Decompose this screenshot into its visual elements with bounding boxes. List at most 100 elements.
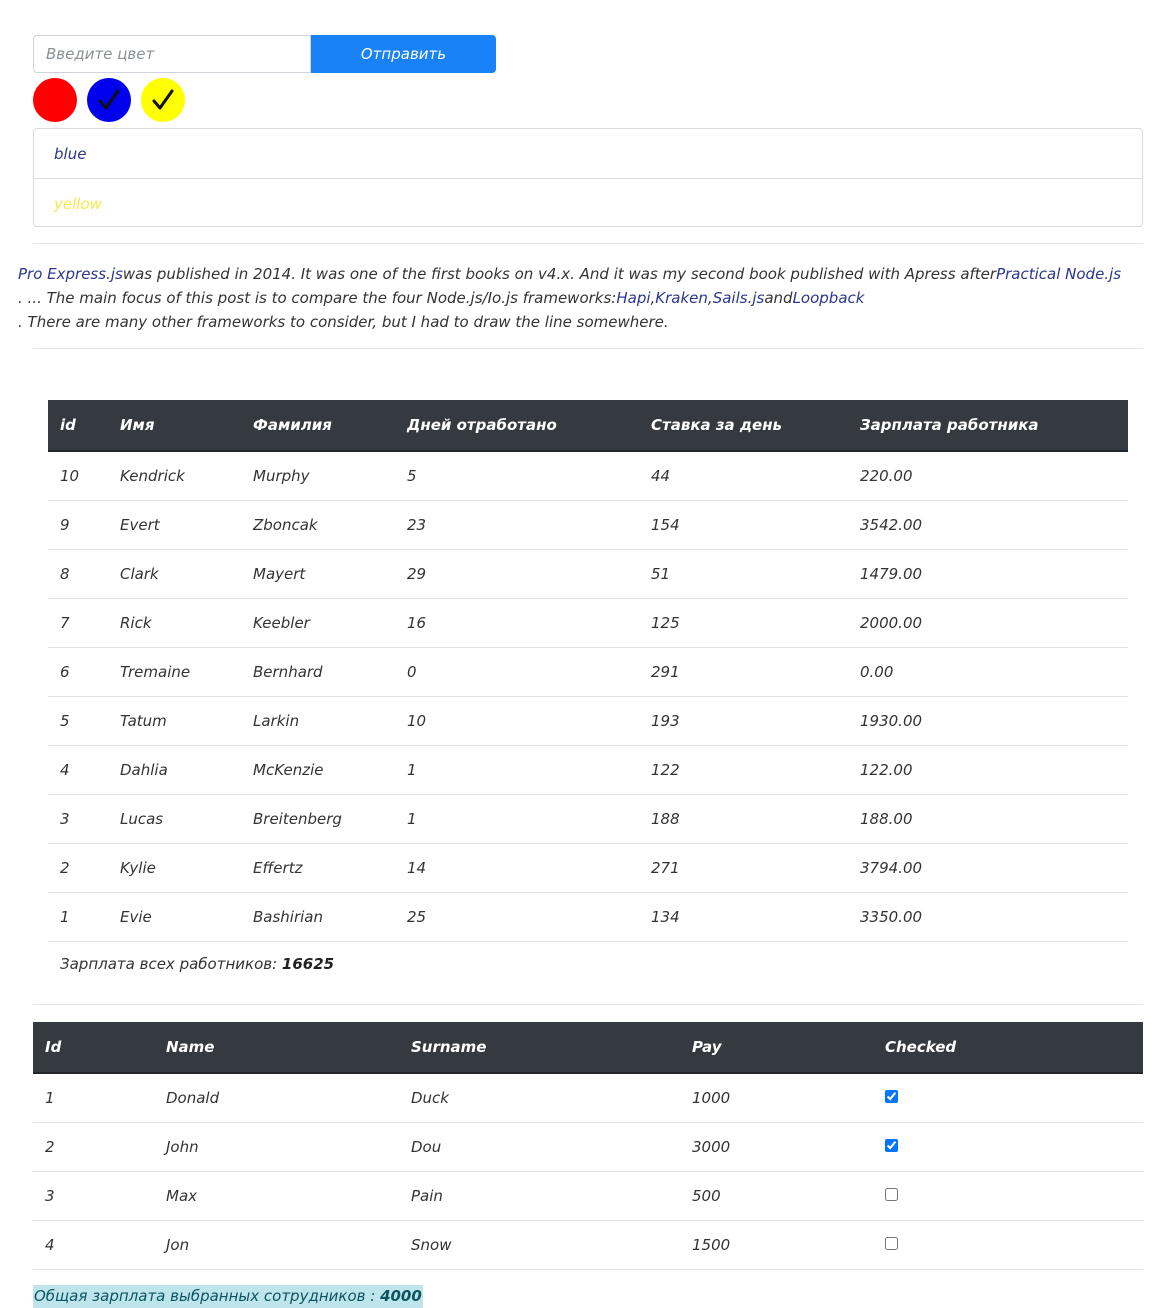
cell-first-name: Evert <box>108 500 241 550</box>
cell-id: 7 <box>48 598 108 648</box>
cell-first-name: Kendrick <box>108 451 241 501</box>
cell-id: 5 <box>48 696 108 746</box>
cell-id: 3 <box>33 1171 154 1221</box>
cell-surname: Dou <box>399 1122 680 1172</box>
cell-daily-rate: 44 <box>639 451 848 501</box>
row-checkbox[interactable] <box>885 1090 898 1103</box>
table-row: 3 Lucas Breitenberg 1 188 188.00 <box>48 794 1128 844</box>
link-practical-node[interactable]: Practical Node.js <box>996 265 1121 283</box>
selected-total-alert: Общая зарплата выбранных сотрудников : 4… <box>33 1285 423 1308</box>
cell-id: 10 <box>48 451 108 501</box>
cell-id: 4 <box>33 1220 154 1270</box>
cell-salary: 3794.00 <box>848 843 1128 893</box>
cell-salary: 220.00 <box>848 451 1128 501</box>
row-checkbox[interactable] <box>885 1237 898 1250</box>
table-row: 10 Kendrick Murphy 5 44 220.00 <box>48 451 1128 501</box>
col-pay: Pay <box>680 1022 873 1074</box>
cell-pay: 500 <box>680 1171 873 1221</box>
swatch-yellow[interactable] <box>141 78 185 122</box>
cell-id: 2 <box>48 843 108 893</box>
swatch-blue[interactable] <box>87 78 131 122</box>
cell-salary: 0.00 <box>848 647 1128 697</box>
table-row: 3 Max Pain 500 <box>33 1171 1143 1221</box>
cell-salary: 3350.00 <box>848 892 1128 942</box>
link-kraken[interactable]: Kraken <box>655 289 708 307</box>
total-label: Зарплата всех работников: <box>60 955 282 973</box>
cell-last-name: McKenzie <box>241 745 395 795</box>
intro-text-2: . ... The main focus of this post is to … <box>18 289 617 307</box>
cell-last-name: Zboncak <box>241 500 395 550</box>
cell-last-name: Mayert <box>241 549 395 599</box>
check-icon <box>98 89 120 110</box>
total-value: 16625 <box>281 955 335 973</box>
col-name: Name <box>154 1022 399 1074</box>
check-icon <box>152 89 174 110</box>
cell-first-name: Kylie <box>108 843 241 893</box>
intro-text-1: was published in 2014. It was one of the… <box>122 265 997 283</box>
checked-table: Id Name Surname Pay Checked 1 Donald Duck 1… <box>33 1022 1143 1270</box>
row-checkbox[interactable] <box>885 1188 898 1201</box>
cell-name: Donald <box>154 1073 399 1123</box>
cell-salary: 188.00 <box>848 794 1128 844</box>
link-hapi[interactable]: Hapi <box>616 289 650 307</box>
cell-daily-rate: 122 <box>639 745 848 795</box>
cell-last-name: Bashirian <box>241 892 395 942</box>
table-row: 2 John Dou 3000 <box>33 1122 1143 1172</box>
cell-checked <box>873 1220 1143 1270</box>
cell-daily-rate: 125 <box>639 598 848 648</box>
table-row: 7 Rick Keebler 16 125 2000.00 <box>48 598 1128 648</box>
cell-daily-rate: 271 <box>639 843 848 893</box>
link-sails[interactable]: Sails.js <box>713 289 765 307</box>
cell-salary: 2000.00 <box>848 598 1128 648</box>
cell-id: 3 <box>48 794 108 844</box>
cell-days-worked: 23 <box>395 500 639 550</box>
cell-pay: 3000 <box>680 1122 873 1172</box>
list-item: blue <box>54 145 87 163</box>
divider <box>33 1004 1143 1005</box>
col-id: id <box>48 400 108 452</box>
list-item: yellow <box>34 178 1142 227</box>
cell-days-worked: 25 <box>395 892 639 942</box>
cell-days-worked: 16 <box>395 598 639 648</box>
cell-checked <box>873 1122 1143 1172</box>
table-row: 6 Tremaine Bernhard 0 291 0.00 <box>48 647 1128 697</box>
table-row: 1 Evie Bashirian 25 134 3350.00 <box>48 892 1128 942</box>
cell-last-name: Murphy <box>241 451 395 501</box>
cell-checked <box>873 1171 1143 1221</box>
link-pro-express[interactable]: Pro Express.js <box>18 265 123 283</box>
employees-table: id Имя Фамилия Дней отработано Ставка за… <box>48 400 1128 942</box>
cell-days-worked: 0 <box>395 647 639 697</box>
cell-surname: Snow <box>399 1220 680 1270</box>
color-input[interactable] <box>33 35 311 73</box>
cell-pay: 1000 <box>680 1073 873 1123</box>
table-row: 8 Clark Mayert 29 51 1479.00 <box>48 549 1128 599</box>
cell-salary: 1479.00 <box>848 549 1128 599</box>
cell-id: 6 <box>48 647 108 697</box>
cell-id: 4 <box>48 745 108 795</box>
link-loopback[interactable]: Loopback <box>793 289 865 307</box>
col-surname: Surname <box>399 1022 680 1074</box>
cell-salary: 1930.00 <box>848 696 1128 746</box>
cell-name: Jon <box>154 1220 399 1270</box>
submit-button[interactable]: Отправить <box>311 35 496 73</box>
selected-total-label: Общая зарплата выбранных сотрудников : <box>34 1287 381 1305</box>
cell-last-name: Keebler <box>241 598 395 648</box>
cell-name: Max <box>154 1171 399 1221</box>
cell-first-name: Lucas <box>108 794 241 844</box>
divider <box>33 243 1143 244</box>
cell-daily-rate: 134 <box>639 892 848 942</box>
table-header-row: Id Name Surname Pay Checked <box>33 1022 1143 1074</box>
row-checkbox[interactable] <box>885 1139 898 1152</box>
swatch-red[interactable] <box>33 78 77 122</box>
cell-id: 1 <box>48 892 108 942</box>
intro-text-3: . There are many other frameworks to con… <box>18 313 669 331</box>
cell-pay: 1500 <box>680 1220 873 1270</box>
intro-paragraph: Pro Express.jswas published in 2014. It … <box>18 262 1138 334</box>
cell-id: 2 <box>33 1122 154 1172</box>
cell-first-name: Evie <box>108 892 241 942</box>
cell-last-name: Breitenberg <box>241 794 395 844</box>
cell-daily-rate: 154 <box>639 500 848 550</box>
table-row: 1 Donald Duck 1000 <box>33 1073 1143 1123</box>
cell-days-worked: 1 <box>395 745 639 795</box>
cell-surname: Pain <box>399 1171 680 1221</box>
